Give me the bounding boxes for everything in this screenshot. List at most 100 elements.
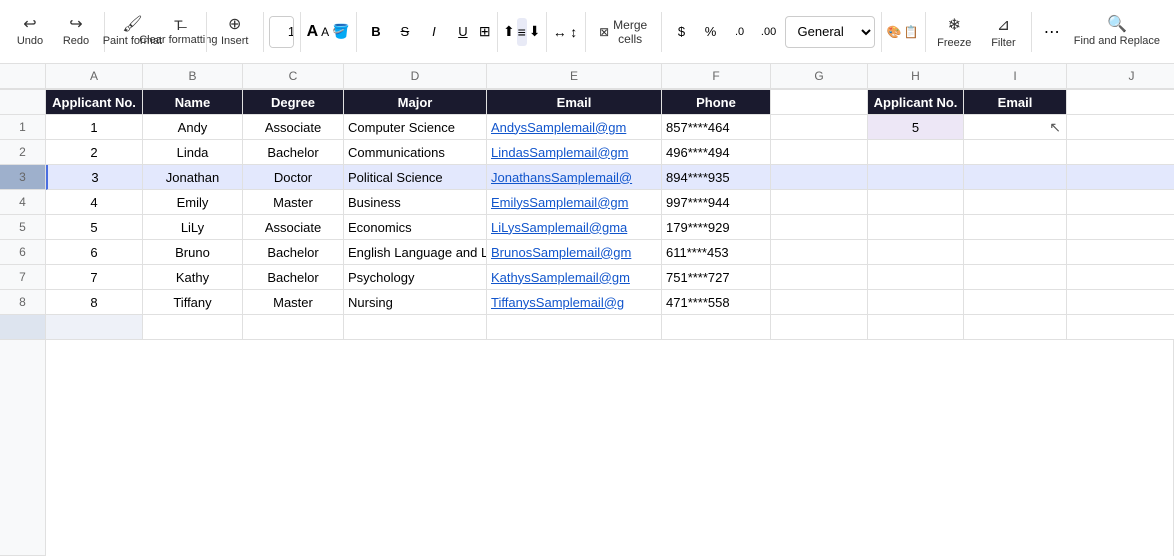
col-header-d[interactable]: D bbox=[344, 64, 487, 89]
cell-1-h[interactable]: 5 bbox=[868, 115, 964, 140]
filter-views-button[interactable]: 📋 bbox=[904, 18, 919, 46]
col-header-j[interactable]: J bbox=[1067, 64, 1174, 89]
col-header-e[interactable]: E bbox=[487, 64, 662, 89]
decrease-decimal-button[interactable]: .0 bbox=[726, 18, 754, 46]
cell-4-h[interactable] bbox=[868, 190, 964, 215]
cell-8-g[interactable] bbox=[771, 290, 868, 315]
find-replace-button[interactable]: 🔍 Find and Replace bbox=[1068, 4, 1166, 60]
cell-5-f[interactable]: 179****929 bbox=[662, 215, 771, 240]
header-phone[interactable]: Phone bbox=[662, 90, 771, 115]
header-j-empty[interactable] bbox=[1067, 90, 1174, 115]
cell-3-f[interactable]: 894****935 bbox=[662, 165, 771, 190]
italic-button[interactable]: I bbox=[420, 18, 448, 46]
insert-button[interactable]: ⊕ Insert bbox=[213, 4, 257, 60]
cell-7-e[interactable]: KathysSamplemail@gm bbox=[487, 265, 662, 290]
cell-8-a[interactable]: 8 bbox=[46, 290, 143, 315]
cell-3-j[interactable] bbox=[1067, 165, 1174, 190]
cell-2-j[interactable] bbox=[1067, 140, 1174, 165]
cell-2-d[interactable]: Communications bbox=[344, 140, 487, 165]
increase-decimal-button[interactable]: .00 bbox=[755, 18, 783, 46]
cell-5-h[interactable] bbox=[868, 215, 964, 240]
cell-8-i[interactable] bbox=[964, 290, 1067, 315]
cell-3-a[interactable]: 3 bbox=[46, 165, 143, 190]
cell-5-g[interactable] bbox=[771, 215, 868, 240]
cell-1-d[interactable]: Computer Science bbox=[344, 115, 487, 140]
col-header-f[interactable]: F bbox=[662, 64, 771, 89]
cell-8-b[interactable]: Tiffany bbox=[143, 290, 243, 315]
cell-8-h[interactable] bbox=[868, 290, 964, 315]
header-applicant-no[interactable]: Applicant No. bbox=[46, 90, 143, 115]
cell-5-b[interactable]: LiLy bbox=[143, 215, 243, 240]
filter-button[interactable]: ⊿ Filter bbox=[981, 4, 1025, 60]
cell-5-j[interactable] bbox=[1067, 215, 1174, 240]
cell-8-c[interactable]: Master bbox=[243, 290, 344, 315]
cell-9-f[interactable] bbox=[662, 315, 771, 340]
header-major[interactable]: Major bbox=[344, 90, 487, 115]
cell-4-j[interactable] bbox=[1067, 190, 1174, 215]
font-a-small-button[interactable]: A bbox=[320, 18, 330, 46]
align-middle-button[interactable]: ≡ bbox=[517, 18, 527, 46]
cell-3-c[interactable]: Doctor bbox=[243, 165, 344, 190]
cell-4-c[interactable]: Master bbox=[243, 190, 344, 215]
cell-8-j[interactable] bbox=[1067, 290, 1174, 315]
freeze-button[interactable]: ❄ Freeze bbox=[931, 4, 977, 60]
fill-color-button[interactable]: 🪣 bbox=[332, 18, 349, 46]
borders-button[interactable]: ⊞ bbox=[479, 18, 491, 46]
cell-1-j[interactable] bbox=[1067, 115, 1174, 140]
align-bottom-button[interactable]: ⬇ bbox=[529, 18, 541, 46]
more-options-button[interactable]: ⋯ bbox=[1038, 18, 1066, 46]
cell-2-b[interactable]: Linda bbox=[143, 140, 243, 165]
clear-formatting-button[interactable]: T̶ Clear formatting bbox=[156, 4, 200, 60]
cell-9-e[interactable] bbox=[487, 315, 662, 340]
cell-7-f[interactable]: 751****727 bbox=[662, 265, 771, 290]
cell-3-h[interactable] bbox=[868, 165, 964, 190]
cell-9-a[interactable] bbox=[46, 315, 143, 340]
header-degree[interactable]: Degree bbox=[243, 90, 344, 115]
header-name[interactable]: Name bbox=[143, 90, 243, 115]
cell-9-i[interactable] bbox=[964, 315, 1067, 340]
cell-7-d[interactable]: Psychology bbox=[344, 265, 487, 290]
text-rotate-button[interactable]: ↕ bbox=[569, 18, 579, 46]
cell-9-b[interactable] bbox=[143, 315, 243, 340]
cell-2-e[interactable]: LindasSamplemail@gm bbox=[487, 140, 662, 165]
cell-9-j[interactable] bbox=[1067, 315, 1174, 340]
format-type-select[interactable]: General Number Currency Percent Date Tex… bbox=[785, 16, 875, 48]
cell-7-g[interactable] bbox=[771, 265, 868, 290]
cell-7-b[interactable]: Kathy bbox=[143, 265, 243, 290]
header-email[interactable]: Email bbox=[487, 90, 662, 115]
merge-cells-button[interactable]: ⊠ Merge cells bbox=[591, 18, 655, 46]
cell-6-i[interactable] bbox=[964, 240, 1067, 265]
cell-3-g[interactable] bbox=[771, 165, 868, 190]
cell-2-h[interactable] bbox=[868, 140, 964, 165]
cell-9-g[interactable] bbox=[771, 315, 868, 340]
cell-6-a[interactable]: 6 bbox=[46, 240, 143, 265]
cell-1-c[interactable]: Associate bbox=[243, 115, 344, 140]
cell-6-g[interactable] bbox=[771, 240, 868, 265]
cell-7-i[interactable] bbox=[964, 265, 1067, 290]
cell-2-c[interactable]: Bachelor bbox=[243, 140, 344, 165]
cell-9-c[interactable] bbox=[243, 315, 344, 340]
header-email-h[interactable]: Email bbox=[964, 90, 1067, 115]
cell-6-b[interactable]: Bruno bbox=[143, 240, 243, 265]
header-g-empty[interactable] bbox=[771, 90, 868, 115]
cell-7-c[interactable]: Bachelor bbox=[243, 265, 344, 290]
cell-8-e[interactable]: TiffanysSamplemail@g bbox=[487, 290, 662, 315]
cell-7-a[interactable]: 7 bbox=[46, 265, 143, 290]
cell-7-h[interactable] bbox=[868, 265, 964, 290]
cell-3-i[interactable] bbox=[964, 165, 1067, 190]
currency-button[interactable]: $ bbox=[668, 18, 696, 46]
cell-9-d[interactable] bbox=[344, 315, 487, 340]
cell-4-i[interactable] bbox=[964, 190, 1067, 215]
cell-6-c[interactable]: Bachelor bbox=[243, 240, 344, 265]
cell-4-a[interactable]: 4 bbox=[46, 190, 143, 215]
cell-5-c[interactable]: Associate bbox=[243, 215, 344, 240]
cell-6-e[interactable]: BrunosSamplemail@gm bbox=[487, 240, 662, 265]
cell-3-e[interactable]: JonathansSamplemail@ bbox=[487, 165, 662, 190]
cell-1-e[interactable]: AndysSamplemail@gm bbox=[487, 115, 662, 140]
cell-9-h[interactable] bbox=[868, 315, 964, 340]
cell-4-b[interactable]: Emily bbox=[143, 190, 243, 215]
cell-7-j[interactable] bbox=[1067, 265, 1174, 290]
conditional-color-button[interactable]: 🎨 bbox=[887, 18, 902, 46]
align-top-button[interactable]: ⬆ bbox=[503, 18, 515, 46]
cell-6-j[interactable] bbox=[1067, 240, 1174, 265]
